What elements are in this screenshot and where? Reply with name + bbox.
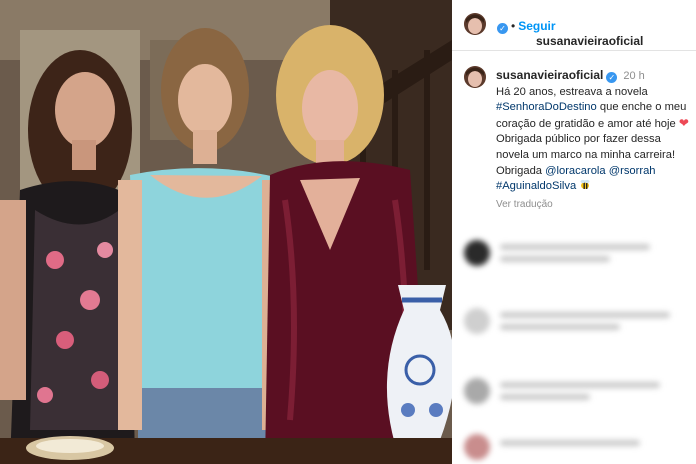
comment-text-line (500, 394, 590, 400)
avatar-image (464, 66, 486, 88)
comment-avatar (464, 240, 490, 266)
comment-avatar (464, 434, 490, 460)
avatar[interactable] (464, 13, 486, 35)
caption-username[interactable]: susanavieiraoficial (496, 68, 603, 82)
blurred-comments (452, 228, 696, 464)
post-header: susanavieiraoficial ✓ • Seguir (452, 0, 696, 51)
red-heart-icon: ❤ (678, 115, 689, 130)
follow-button[interactable]: Seguir (518, 19, 555, 33)
comment-avatar (464, 308, 490, 334)
caption-text: susanavieiraoficial ✓ 20 h Há 20 anos, est… (496, 68, 692, 212)
comment-text-line (500, 382, 660, 388)
see-translation-link[interactable]: Ver tradução (496, 197, 692, 213)
comment-text-line (500, 256, 610, 262)
avatar-image (464, 13, 486, 35)
comment-avatar (464, 378, 490, 404)
comment-text-line (500, 312, 670, 318)
comment-text-line (500, 324, 620, 330)
instagram-post-screenshot: susanavieiraoficial ✓ • Seguir susanavieira… (0, 0, 696, 464)
header-user-row: susanavieiraoficial ✓ • Seguir (494, 17, 643, 48)
hashtag-senhoradodestino[interactable]: #SenhoraDoDestino (496, 101, 597, 113)
post-photo (0, 0, 452, 464)
caption-avatar[interactable] (464, 66, 486, 88)
comment-text-line (500, 440, 640, 446)
mention-loracarola[interactable]: @loracarola (545, 165, 605, 177)
comment-text-line (500, 244, 650, 250)
header-username[interactable]: susanavieiraoficial (536, 34, 643, 48)
bee-icon (580, 180, 590, 190)
verified-check-icon: ✓ (497, 23, 508, 34)
photo-illustration (0, 0, 452, 464)
hashtag-aguinaldosilva[interactable]: #AguinaldoSilva (496, 180, 576, 192)
caption-line-1: Há 20 anos, estreava a novela (496, 85, 648, 98)
mention-rsorrah[interactable]: @rsorrah (609, 165, 656, 177)
instagram-side-panel: susanavieiraoficial ✓ • Seguir susanavieira… (452, 0, 696, 464)
verified-check-icon: ✓ (606, 72, 618, 83)
post-time[interactable]: 20 h (623, 70, 644, 82)
separator-dot: • (511, 19, 516, 33)
